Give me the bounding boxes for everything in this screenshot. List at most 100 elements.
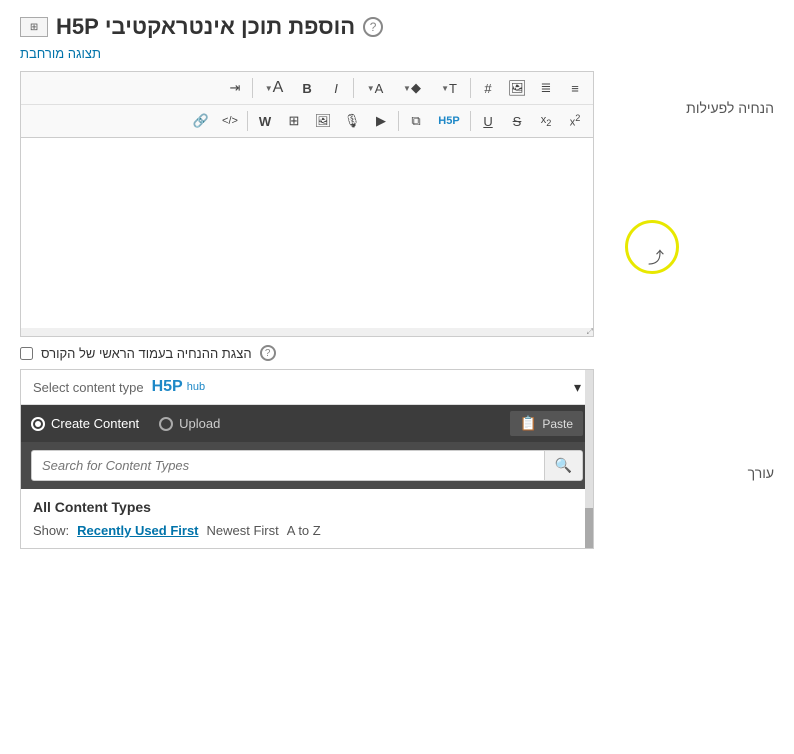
toolbar-row-2: x2 x2 S U H5P ⧉ ▶ 🎙: [21, 104, 593, 137]
tab-create-content[interactable]: Create Content: [31, 416, 139, 431]
separator-3: [252, 78, 253, 98]
heading-button[interactable]: #: [474, 75, 502, 101]
toolbar: ≡ ≣ 🖼 # T ▼ ◆ ▼ A ▼: [21, 72, 593, 138]
ordered-list-button[interactable]: ≡: [561, 75, 589, 101]
code-button[interactable]: </>: [216, 108, 244, 134]
actions-label: הנחיה לפעילות: [686, 100, 774, 116]
page-title: הוספת תוכן אינטראקטיבי H5P: [56, 14, 355, 40]
all-content-types-title: All Content Types: [33, 499, 581, 515]
document-button[interactable]: W: [251, 108, 279, 134]
editor-area[interactable]: [21, 138, 593, 328]
cursor-arrow-icon: ⤴: [648, 244, 664, 268]
video-icon: ▶: [376, 113, 386, 129]
strikethrough-icon: S: [513, 114, 522, 129]
toolbar-row-1: ≡ ≣ 🖼 # T ▼ ◆ ▼ A ▼: [21, 72, 593, 104]
h5p-button[interactable]: H5P: [431, 108, 467, 134]
video-button[interactable]: ▶: [367, 108, 395, 134]
h5p-container: ▾ Select content type H5P hub Create Con…: [20, 369, 594, 549]
h5p-search-wrap: 🔍: [31, 450, 583, 481]
copy-format-button[interactable]: ⧉: [402, 108, 430, 134]
color-icon: A: [375, 81, 384, 96]
h5p-logo-text: H5P: [152, 378, 183, 396]
help-icon[interactable]: ?: [363, 17, 383, 37]
link-button[interactable]: 🔗: [187, 108, 215, 134]
h5p-logo-hub: hub: [187, 381, 205, 393]
h5p-show-row: Show: Recently Used First Newest First A…: [33, 523, 581, 538]
search-icon: 🔍: [555, 457, 572, 473]
unordered-list-icon: ≣: [541, 80, 552, 96]
create-content-radio[interactable]: [31, 417, 45, 431]
indent-button[interactable]: ⇥: [221, 75, 249, 101]
strikethrough-button[interactable]: S: [503, 108, 531, 134]
font-size-arrow: ▼: [265, 84, 273, 93]
paste-button[interactable]: 📋 Paste: [510, 411, 583, 436]
image-button[interactable]: 🖼: [309, 108, 337, 134]
tab-upload[interactable]: Upload: [159, 416, 220, 431]
separator-5: [398, 111, 399, 131]
indent-icon: ⇥: [230, 80, 241, 96]
image-icon: 🖼: [315, 113, 332, 129]
create-content-label: Create Content: [51, 416, 139, 431]
scrollbar-track[interactable]: [585, 370, 593, 548]
expanded-label[interactable]: תצוגה מורחבת: [20, 46, 101, 61]
scrollbar-thumb[interactable]: [585, 508, 593, 548]
label-row: תצוגה מורחבת: [0, 46, 794, 67]
page-icon-box: ⊞: [20, 17, 48, 37]
h5p-select-type-label: Select content type: [33, 380, 144, 395]
gallery-icon: ⊞: [289, 113, 300, 129]
h5p-embed-icon: H5P: [438, 115, 459, 127]
underline-button[interactable]: U: [474, 108, 502, 134]
separator-6: [247, 111, 248, 131]
unordered-list-button[interactable]: ≣: [532, 75, 560, 101]
page-header: ? הוספת תוכן אינטראקטיבי H5P ⊞: [0, 0, 794, 46]
sort-recently-used[interactable]: Recently Used First: [77, 523, 198, 538]
superscript-icon: x2: [570, 113, 581, 129]
subscript-icon: x2: [541, 114, 552, 128]
upload-radio[interactable]: [159, 417, 173, 431]
separator-2: [353, 78, 354, 98]
resize-handle[interactable]: ⤢: [21, 328, 593, 336]
audio-button[interactable]: 🎙: [338, 108, 366, 134]
search-input[interactable]: [32, 451, 544, 480]
color-button[interactable]: A ▼: [357, 75, 393, 101]
paste-label: Paste: [542, 417, 573, 431]
checkbox-row: ? הצגת ההנחיה בעמוד הראשי של הקורס: [20, 345, 594, 361]
bold-icon: B: [302, 81, 311, 96]
link-icon: 🔗: [193, 113, 209, 129]
bold-button[interactable]: B: [293, 75, 321, 101]
resize-dots-icon: ⤢: [587, 327, 593, 337]
document-icon: W: [259, 114, 271, 129]
upload-label: Upload: [179, 416, 220, 431]
hint-button[interactable]: ◆ ▼: [394, 75, 430, 101]
text-format-button[interactable]: T ▼: [431, 75, 467, 101]
separator-1: [470, 78, 471, 98]
h5p-dropdown-arrow-icon[interactable]: ▾: [574, 379, 581, 396]
editor-container: ≡ ≣ 🖼 # T ▼ ◆ ▼ A ▼: [20, 71, 594, 337]
h5p-content-area: All Content Types Show: Recently Used Fi…: [21, 489, 593, 548]
image-upload-button[interactable]: 🖼: [503, 75, 531, 101]
sort-a-to-z[interactable]: A to Z: [287, 523, 321, 538]
subscript-button[interactable]: x2: [532, 108, 560, 134]
paste-icon: 📋: [520, 415, 537, 432]
hint-icon: ◆: [411, 80, 421, 96]
font-size-button[interactable]: A ▼: [256, 75, 292, 101]
main-page-checkbox[interactable]: [20, 347, 33, 360]
search-button[interactable]: 🔍: [544, 451, 582, 480]
italic-icon: I: [334, 81, 338, 96]
editor-label: עורך: [748, 465, 774, 481]
checkbox-help-icon[interactable]: ?: [260, 345, 276, 361]
hint-arrow: ▼: [403, 84, 411, 93]
ordered-list-icon: ≡: [571, 81, 579, 96]
code-icon: </>: [222, 115, 238, 127]
h5p-logo: H5P hub: [152, 378, 205, 396]
audio-icon: 🎙: [344, 113, 361, 129]
font-size-icon: A: [273, 79, 284, 97]
italic-button[interactable]: I: [322, 75, 350, 101]
color-arrow: ▼: [367, 84, 375, 93]
image-upload-icon: 🖼: [507, 79, 526, 97]
gallery-button[interactable]: ⊞: [280, 108, 308, 134]
superscript-button[interactable]: x2: [561, 108, 589, 134]
copy-format-icon: ⧉: [411, 113, 420, 129]
checkbox-label: הצגת ההנחיה בעמוד הראשי של הקורס: [41, 346, 252, 361]
sort-newest-first[interactable]: Newest First: [207, 523, 279, 538]
